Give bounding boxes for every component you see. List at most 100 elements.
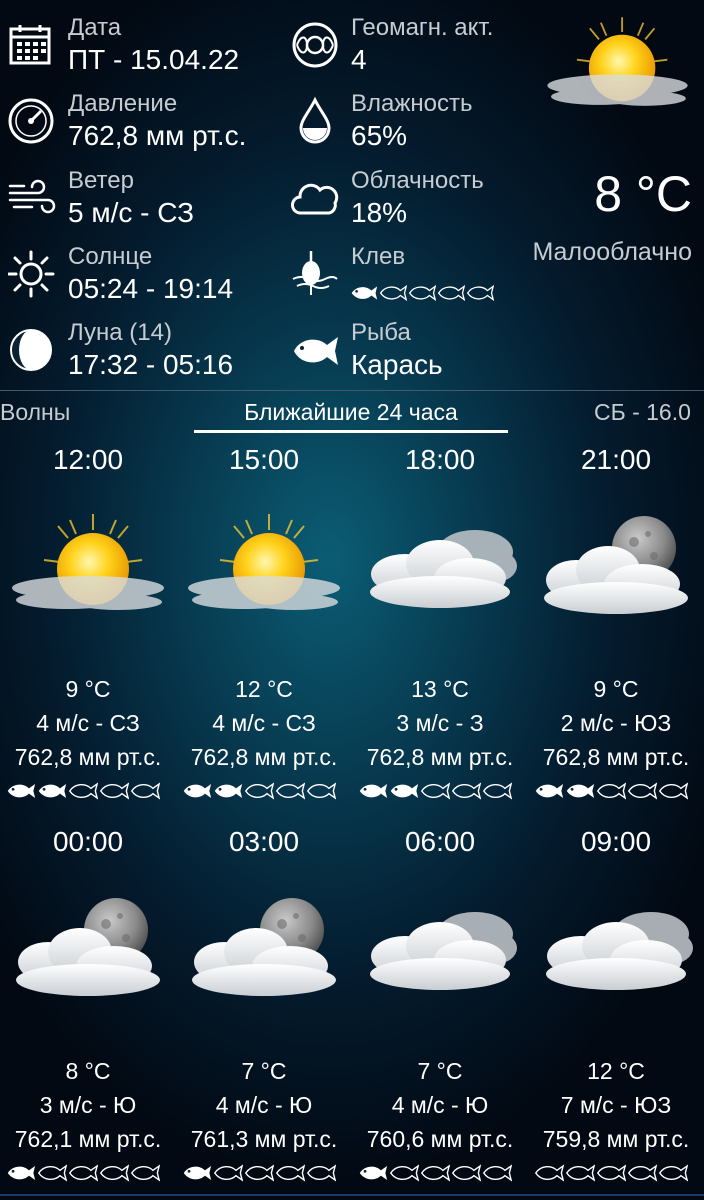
cloudy-icon	[536, 886, 696, 1016]
date-value: ПТ - 15.04.22	[68, 44, 240, 75]
forecast-temperature: 7 °C	[241, 1058, 287, 1084]
fish-outline-icon	[213, 1165, 243, 1181]
wind-icon	[8, 179, 56, 214]
bite-rating-top	[351, 285, 494, 301]
forecast-wind: 3 м/с - Ю	[39, 1092, 137, 1118]
partly-cloudy-moon-icon	[184, 886, 344, 1016]
forecast-wind: 4 м/с - СЗ	[36, 710, 140, 736]
bite-rating	[7, 783, 160, 799]
fishing-float-icon	[292, 251, 338, 295]
forecast-tabs: Волны Ближайшие 24 часа СБ - 16.0	[0, 390, 704, 435]
fish-outline-icon	[244, 783, 274, 799]
cloudy-icon	[360, 504, 520, 634]
geomagnetic-icon	[292, 22, 338, 68]
forecast-cell[interactable]: 18:00 13 °C 3 м/с - З 762,8 мм рт.с.	[352, 436, 528, 816]
wind-label: Ветер	[68, 167, 134, 194]
fish-filled-icon	[359, 783, 388, 799]
partly-cloudy-sun-icon	[184, 504, 344, 634]
forecast-temperature: 13 °C	[411, 676, 469, 702]
bite-rating	[535, 783, 688, 799]
tab-next-24-hours[interactable]: Ближайшие 24 часа	[194, 399, 508, 426]
forecast-cell[interactable]: 12:00 9 °C 4 м/с - СЗ 762,8 мм рт.с.	[0, 436, 176, 816]
fish-outline-icon	[658, 783, 688, 799]
fish-value: Карась	[351, 349, 443, 380]
fish-outline-icon	[306, 783, 336, 799]
forecast-time: 09:00	[580, 826, 652, 857]
tab-waves[interactable]: Волны	[0, 399, 70, 426]
fish-outline-icon	[627, 1165, 657, 1181]
current-temperature: 8 °C	[594, 166, 692, 222]
fish-filled-icon	[183, 783, 212, 799]
fish-filled-icon	[7, 783, 36, 799]
fish-filled-icon	[535, 783, 564, 799]
fish-outline-icon	[389, 1165, 419, 1181]
fish-outline-icon	[596, 1165, 626, 1181]
fish-outline-icon	[130, 1165, 160, 1181]
forecast-pressure: 762,8 мм рт.с.	[366, 744, 514, 770]
fish-outline-icon	[565, 1165, 595, 1181]
forecast-cell[interactable]: 03:00 7 °C 4 м/с - Ю 761,3 мм рт.с.	[176, 818, 352, 1198]
forecast-wind: 4 м/с - Ю	[391, 1092, 489, 1118]
sun-value: 05:24 - 19:14	[68, 273, 234, 304]
calendar-icon	[9, 25, 51, 65]
water-drop-icon	[299, 96, 331, 144]
moon-value: 17:32 - 05:16	[68, 349, 234, 380]
forecast-temperature: 8 °C	[65, 1058, 111, 1084]
fish-filled-icon	[38, 783, 67, 799]
fish-outline-icon	[68, 783, 98, 799]
forecast-pressure: 762,8 мм рт.с.	[190, 744, 338, 770]
fish-outline-icon	[408, 285, 436, 301]
fish-outline-icon	[482, 1165, 512, 1181]
forecast-cell[interactable]: 09:00 12 °C 7 м/с - ЮЗ 759,8 мм рт.с.	[528, 818, 704, 1198]
moon-label: Луна (14)	[68, 319, 172, 346]
forecast-cell[interactable]: 15:00 12 °C 4 м/с - СЗ 762,8 мм рт.с.	[176, 436, 352, 816]
forecast-temperature: 9 °C	[65, 676, 111, 702]
forecast-pressure: 762,8 мм рт.с.	[542, 744, 690, 770]
forecast-pressure: 759,8 мм рт.с.	[542, 1126, 690, 1152]
forecast-pressure: 762,1 мм рт.с.	[14, 1126, 162, 1152]
bite-rating	[183, 1165, 336, 1181]
forecast-time: 18:00	[404, 444, 476, 475]
geomagnetic-label: Геомагн. акт.	[351, 14, 494, 41]
current-description: Малооблачно	[532, 238, 692, 266]
forecast-cell[interactable]: 00:00 8 °C 3 м/с - Ю 762,1 мм рт.с.	[0, 818, 176, 1198]
fish-outline-icon	[534, 1165, 564, 1181]
tab-saturday[interactable]: СБ - 16.0	[594, 399, 691, 426]
bite-rating	[359, 1165, 512, 1181]
partly-cloudy-sun-icon	[8, 504, 168, 634]
fish-outline-icon	[99, 783, 129, 799]
forecast-temperature: 12 °C	[235, 676, 293, 702]
pressure-label: Давление	[68, 90, 178, 117]
fish-outline-icon	[596, 783, 626, 799]
bite-rating	[534, 1165, 688, 1181]
cloud-icon	[291, 183, 339, 215]
fish-outline-icon	[437, 285, 465, 301]
fish-outline-icon	[482, 783, 512, 799]
forecast-cell[interactable]: 06:00 7 °C 4 м/с - Ю 760,6 мм рт.с.	[352, 818, 528, 1198]
cloudiness-value: 18%	[351, 197, 408, 228]
fish-outline-icon	[420, 1165, 450, 1181]
bite-rating	[183, 783, 336, 799]
forecast-pressure: 761,3 мм рт.с.	[190, 1126, 338, 1152]
fish-filled-icon	[351, 286, 378, 300]
fish-filled-icon	[7, 1165, 36, 1181]
forecast-temperature: 7 °C	[417, 1058, 463, 1084]
fish-outline-icon	[627, 783, 657, 799]
sun-label: Солнце	[68, 243, 153, 270]
sun-icon	[8, 250, 55, 298]
partly-cloudy-moon-icon	[536, 504, 696, 634]
bite-rating	[7, 1165, 160, 1181]
fish-filled-icon	[214, 783, 243, 799]
forecast-temperature: 9 °C	[593, 676, 639, 702]
current-weather-icon	[540, 8, 695, 128]
wind-value: 5 м/с - СЗ	[68, 197, 195, 228]
forecast-time: 00:00	[52, 826, 124, 857]
fish-outline-icon	[275, 1165, 305, 1181]
fish-outline-icon	[420, 783, 450, 799]
forecast-temperature: 12 °C	[587, 1058, 645, 1084]
fish-filled-icon	[359, 1165, 388, 1181]
forecast-cell[interactable]: 21:00 9 °C 2 м/с - ЮЗ 762,8 мм рт.с.	[528, 436, 704, 816]
fish-outline-icon	[99, 1165, 129, 1181]
forecast-wind: 7 м/с - ЮЗ	[560, 1092, 672, 1118]
fish-outline-icon	[37, 1165, 67, 1181]
